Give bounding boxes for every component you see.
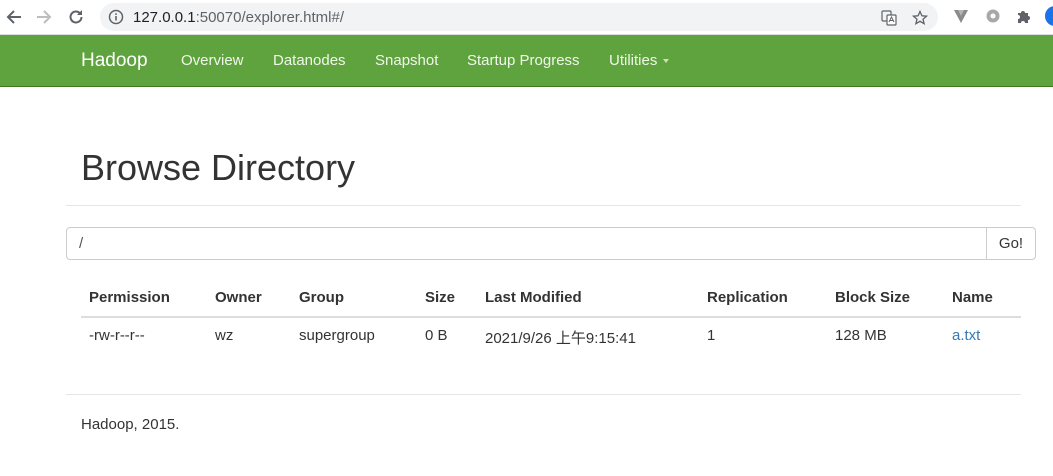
title-divider (66, 205, 1021, 206)
browser-toolbar: 127.0.0.1:50070/explorer.html#/ (0, 0, 1053, 35)
cell-size: 0 B (425, 327, 448, 344)
nav-item-utilities-label: Utilities (609, 52, 658, 69)
column-header-size[interactable]: Size (425, 289, 455, 306)
column-header-block-size[interactable]: Block Size (835, 289, 910, 306)
cell-block-size: 128 MB (835, 327, 887, 344)
nav-item-overview[interactable]: Overview (181, 52, 244, 69)
footer-text: Hadoop, 2015. (81, 416, 180, 433)
cell-group: supergroup (299, 327, 375, 344)
column-header-name[interactable]: Name (952, 289, 993, 306)
extension-v-icon[interactable] (952, 7, 970, 25)
url-text[interactable]: 127.0.0.1:50070/explorer.html#/ (133, 9, 344, 26)
nav-item-datanodes[interactable]: Datanodes (273, 52, 346, 69)
top-navbar: Hadoop Overview Datanodes Snapshot Start… (0, 35, 1053, 87)
column-header-last-modified[interactable]: Last Modified (485, 289, 582, 306)
caret-down-icon (663, 59, 670, 64)
profile-icon[interactable] (1045, 6, 1053, 26)
go-button[interactable]: Go! (986, 227, 1036, 260)
reload-icon[interactable] (65, 6, 87, 28)
file-name-link[interactable]: a.txt (952, 327, 980, 344)
back-arrow-icon[interactable] (3, 6, 25, 28)
nav-item-snapshot[interactable]: Snapshot (375, 52, 438, 69)
column-header-permission[interactable]: Permission (89, 289, 170, 306)
puzzle-icon[interactable] (1015, 7, 1033, 25)
cell-last-modified: 2021/9/26 上午9:15:41 (485, 330, 636, 347)
cell-replication: 1 (707, 327, 716, 344)
extension-gear-icon[interactable] (984, 7, 1002, 25)
translate-icon[interactable] (880, 9, 898, 27)
column-header-group[interactable]: Group (299, 289, 344, 306)
cell-permission: -rw-r--r-- (89, 327, 145, 344)
nav-item-startup-progress[interactable]: Startup Progress (467, 52, 580, 69)
page-title: Browse Directory (81, 147, 356, 188)
address-bar[interactable]: 127.0.0.1:50070/explorer.html#/ (100, 3, 938, 31)
info-icon[interactable] (108, 9, 124, 25)
star-icon[interactable] (911, 9, 929, 27)
cell-owner: wz (215, 327, 234, 344)
nav-item-utilities[interactable]: Utilities (609, 52, 670, 69)
url-host: 127.0.0.1 (133, 9, 196, 26)
directory-path-input[interactable] (66, 227, 987, 260)
table-header-divider (81, 316, 1021, 318)
url-path: :50070/explorer.html#/ (195, 9, 344, 26)
footer-divider (66, 394, 1021, 395)
brand-link[interactable]: Hadoop (81, 50, 148, 72)
forward-arrow-icon[interactable] (33, 6, 55, 28)
column-header-replication[interactable]: Replication (707, 289, 788, 306)
column-header-owner[interactable]: Owner (215, 289, 262, 306)
